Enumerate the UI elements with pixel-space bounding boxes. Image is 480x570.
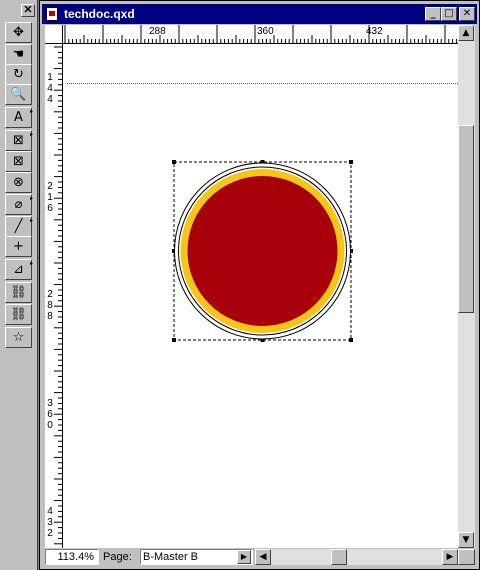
text-box-tool-glyph: A [14, 110, 23, 125]
vertical-ruler[interactable]: 1 4 4 2 1 6 2 8 8 3 6 0 4 3 2 [45, 44, 63, 548]
unlinking-tool-glyph: ⛓ [10, 307, 27, 322]
page-label: Page: [103, 551, 132, 563]
scroll-right-arrow-icon[interactable]: ▶ [442, 549, 458, 565]
oval-picture-box-tool-glyph: ⊗ [13, 175, 24, 190]
text-box-tool-icon[interactable]: A ▸ [5, 107, 33, 128]
resize-handle[interactable] [349, 338, 353, 342]
line-tool-glyph: ╱ [14, 219, 23, 234]
vertical-scrollbar[interactable]: ▲ ▼ [458, 25, 475, 548]
orthogonal-line-tool-glyph: + [13, 239, 24, 254]
text-path-tool-glyph: ⊿ [13, 262, 24, 277]
item-tool-icon[interactable]: ✥ [5, 22, 32, 43]
ruler-label-288: 288 [149, 26, 166, 37]
ruler-label-360: 360 [257, 26, 274, 37]
vertical-scroll-thumb[interactable] [458, 125, 474, 313]
flyout-indicator-icon: ▸ [29, 195, 33, 202]
rounded-picture-box-tool-icon[interactable]: ⊠ [5, 151, 32, 172]
tool-palette: ✕ ✥ ☚ ↻ 🔍 A ▸ ⊠ ▸ ⊠ ⊗ ⌀ ▸ ╱ ▸ + ⊿ ▸ ⛓ ⛓ ☆ [0, 0, 38, 570]
orthogonal-line-tool-icon[interactable]: + [5, 236, 32, 257]
scroll-down-arrow-icon[interactable]: ▼ [458, 532, 474, 548]
rectangle-picture-box-tool-icon[interactable]: ⊠ ▸ [5, 130, 33, 151]
horizontal-scroll-thumb[interactable] [331, 549, 347, 565]
bezier-picture-box-tool-icon[interactable]: ⌀ ▸ [5, 194, 33, 215]
page-menu-arrow-icon[interactable]: ▶ [237, 550, 251, 564]
scroll-left-arrow-icon[interactable]: ◀ [255, 549, 271, 565]
horizontal-scrollbar[interactable]: ◀ ▶ [255, 549, 458, 565]
scroll-up-arrow-icon[interactable]: ▲ [458, 25, 474, 41]
maximize-button[interactable]: □ [441, 7, 457, 21]
zoom-tool-icon[interactable]: 🔍 [5, 84, 32, 105]
flyout-indicator-icon: ▸ [29, 217, 33, 224]
close-button[interactable]: ✕ [459, 7, 475, 21]
star-tool-glyph: ☆ [12, 330, 25, 345]
flyout-indicator-icon: ▸ [29, 108, 33, 115]
text-path-tool-icon[interactable]: ⊿ ▸ [5, 259, 33, 280]
linking-tool-icon[interactable]: ⛓ [5, 282, 32, 303]
item-tool-glyph: ✥ [13, 25, 24, 40]
rounded-picture-box-tool-glyph: ⊠ [13, 154, 24, 169]
window-title: techdoc.qxd [64, 7, 135, 21]
resize-handle[interactable] [172, 338, 176, 342]
flyout-indicator-icon: ▸ [29, 260, 33, 267]
horizontal-ruler[interactable]: 288 360 432 [63, 25, 458, 44]
title-bar[interactable]: techdoc.qxd _ □ ✕ [42, 4, 477, 24]
ruler-label-432: 432 [366, 26, 383, 37]
content-tool-glyph: ☚ [12, 47, 25, 62]
linking-tool-glyph: ⛓ [10, 285, 27, 300]
resize-handle[interactable] [349, 160, 353, 164]
content-tool-icon[interactable]: ☚ [5, 44, 32, 65]
palette-close-button[interactable]: ✕ [21, 4, 35, 17]
rectangle-picture-box-tool-glyph: ⊠ [13, 133, 24, 148]
circle-red-fill [187, 176, 338, 326]
star-tool-icon[interactable]: ☆ [5, 327, 32, 348]
rotation-tool-icon[interactable]: ↻ [5, 64, 32, 85]
resize-handle[interactable] [172, 160, 176, 164]
zoom-field[interactable]: 113.4% [45, 549, 99, 565]
zoom-tool-glyph: 🔍 [10, 87, 27, 102]
selected-picture-box[interactable] [63, 44, 458, 548]
unlinking-tool-icon[interactable]: ⛓ [5, 304, 32, 325]
rotation-tool-glyph: ↻ [13, 67, 24, 82]
document-window: techdoc.qxd _ □ ✕ 288 360 432 1 4 4 2 1 … [39, 0, 480, 570]
line-tool-icon[interactable]: ╱ ▸ [5, 216, 33, 237]
size-grip[interactable] [458, 549, 475, 565]
minimize-button[interactable]: _ [425, 7, 441, 21]
document-icon[interactable] [46, 7, 58, 21]
bezier-picture-box-tool-glyph: ⌀ [14, 197, 23, 212]
page-value: B-Master B [143, 551, 199, 563]
ruler-origin[interactable] [45, 25, 63, 44]
flyout-indicator-icon: ▸ [29, 131, 33, 138]
oval-picture-box-tool-icon[interactable]: ⊗ [5, 172, 32, 193]
document-page[interactable] [63, 44, 458, 548]
